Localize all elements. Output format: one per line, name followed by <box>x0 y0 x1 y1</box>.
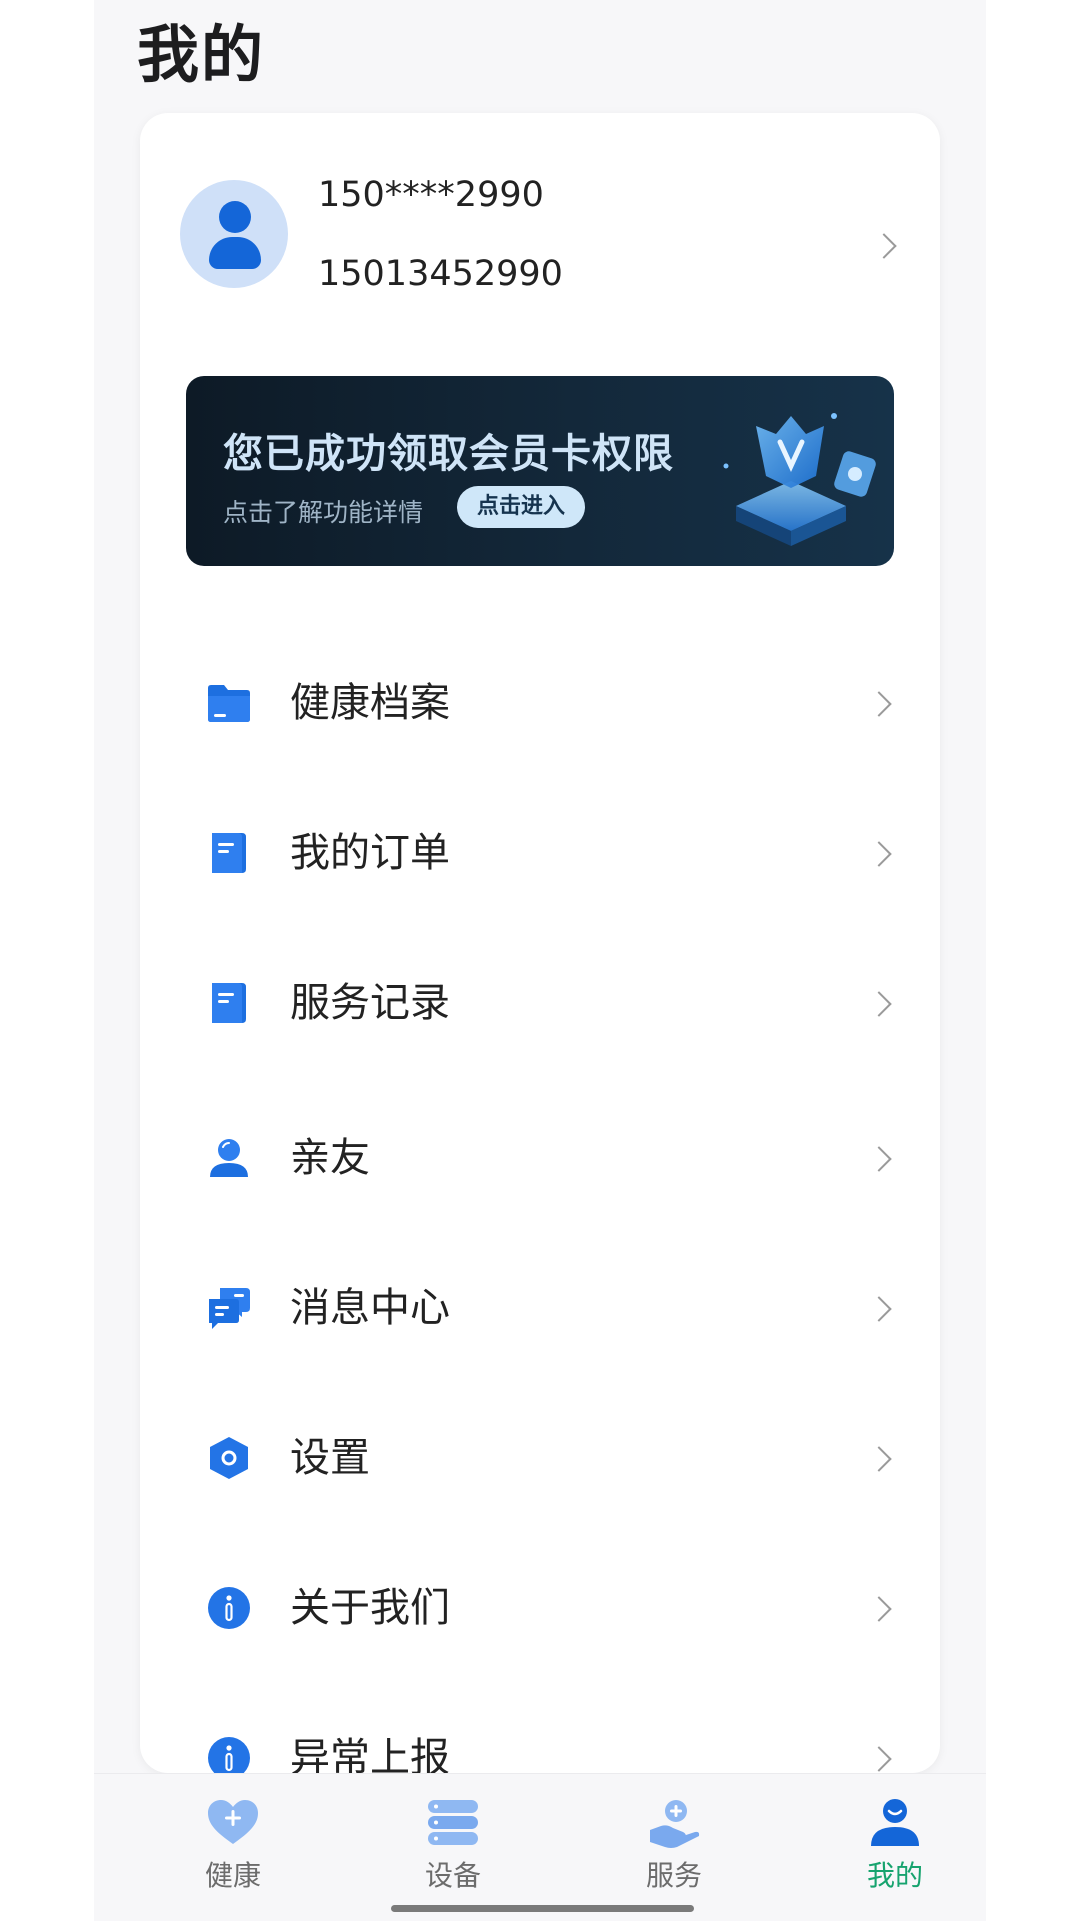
gear-hexagon-icon <box>210 1437 248 1479</box>
info-icon <box>208 1737 250 1773</box>
menu-item-label: 关于我们 <box>290 1585 450 1631</box>
care-hand-icon <box>650 1800 700 1848</box>
profile-row[interactable]: 150****2990 15013452990 <box>140 113 940 363</box>
tab-label: 健康 <box>204 1859 261 1892</box>
user-icon <box>871 1799 919 1846</box>
chevron-right-icon <box>866 841 892 867</box>
banner-title: 您已成功领取会员卡权限 <box>223 431 674 477</box>
masked-phone-number: 150****2990 <box>318 175 544 215</box>
banner-enter-button[interactable]: 点击进入 <box>457 486 585 528</box>
tab-devices[interactable]: 设备 <box>373 1774 533 1894</box>
document-icon <box>212 983 246 1023</box>
menu-item-label: 异常上报 <box>290 1735 450 1773</box>
user-avatar-icon <box>180 180 288 288</box>
chevron-right-icon <box>866 1446 892 1472</box>
tab-services[interactable]: 服务 <box>594 1774 754 1894</box>
chat-bubbles-icon <box>209 1288 250 1329</box>
menu-item-label: 健康档案 <box>290 680 450 726</box>
tab-label: 服务 <box>645 1859 702 1892</box>
membership-shield-illustration <box>723 413 876 546</box>
tab-label: 我的 <box>866 1859 923 1892</box>
person-icon <box>210 1139 248 1177</box>
menu-item-label: 设置 <box>290 1435 370 1481</box>
chevron-right-icon <box>866 691 892 717</box>
tab-label: 设备 <box>424 1859 481 1892</box>
menu-item-label: 我的订单 <box>290 830 450 876</box>
bottom-tab-bar: 健康 设备 服务 我的 <box>94 1773 986 1921</box>
chevron-right-icon <box>871 233 897 259</box>
menu-item-health-records[interactable]: 健康档案 <box>140 623 940 773</box>
heart-plus-icon <box>208 1800 258 1844</box>
home-indicator[interactable] <box>391 1905 694 1912</box>
device-stack-icon <box>428 1800 478 1845</box>
menu-item-my-orders[interactable]: 我的订单 <box>140 773 940 923</box>
info-icon <box>208 1587 250 1629</box>
banner-subtitle: 点击了解功能详情 <box>223 498 424 527</box>
membership-banner[interactable]: 您已成功领取会员卡权限 点击了解功能详情 点击进入 <box>186 376 894 566</box>
chevron-right-icon <box>866 1596 892 1622</box>
menu-item-settings[interactable]: 设置 <box>140 1378 940 1528</box>
chevron-right-icon <box>866 1146 892 1172</box>
menu-item-family[interactable]: 亲友 <box>140 1078 940 1228</box>
chevron-right-icon <box>866 991 892 1017</box>
profile-card: 150****2990 15013452990 您已成功领取会员卡权限 点击了解… <box>140 113 940 1773</box>
menu-item-report-issue[interactable]: 异常上报 <box>140 1678 940 1773</box>
menu-item-about-us[interactable]: 关于我们 <box>140 1528 940 1678</box>
menu-item-label: 消息中心 <box>290 1285 450 1331</box>
tab-mine[interactable]: 我的 <box>815 1774 975 1894</box>
folder-icon <box>208 685 250 722</box>
phone-number: 15013452990 <box>318 254 563 294</box>
chevron-right-icon <box>866 1296 892 1322</box>
menu-item-message-center[interactable]: 消息中心 <box>140 1228 940 1378</box>
document-icon <box>212 833 246 873</box>
chevron-right-icon <box>866 1746 892 1772</box>
tab-health[interactable]: 健康 <box>153 1774 313 1894</box>
page-title: 我的 <box>137 18 266 91</box>
menu-item-label: 亲友 <box>290 1135 370 1181</box>
menu-item-service-records[interactable]: 服务记录 <box>140 923 940 1073</box>
menu-item-label: 服务记录 <box>290 980 450 1026</box>
